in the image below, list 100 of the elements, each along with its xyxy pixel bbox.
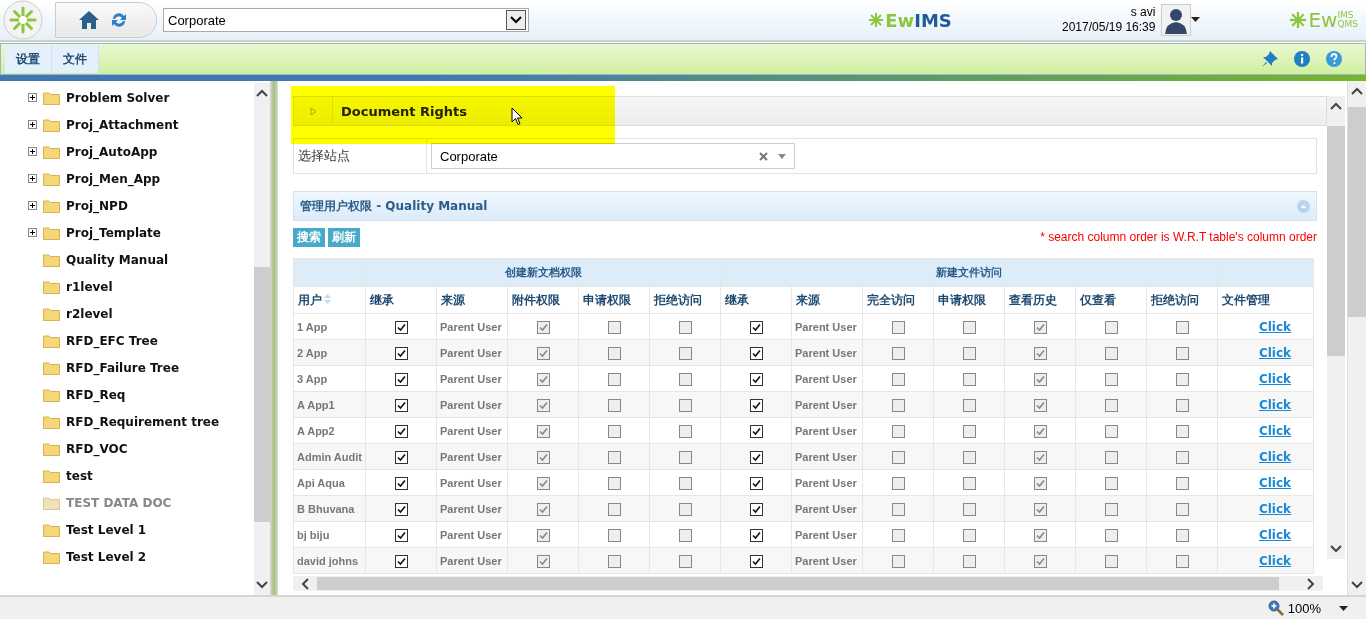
tree-item[interactable]: r2level [66, 306, 113, 321]
checkbox[interactable] [749, 372, 763, 386]
pin-icon[interactable] [1261, 50, 1279, 68]
close-icon[interactable] [759, 151, 768, 161]
table-cell: Parent User [436, 339, 508, 366]
chevron-up-icon[interactable] [1351, 87, 1363, 95]
chevron-down-icon [510, 16, 522, 24]
tree-item[interactable]: RFD_Requirement tree [66, 414, 220, 429]
tree-item[interactable]: Proj_AutoApp [66, 144, 158, 159]
column-group-header: 创建新文档权限 [365, 258, 721, 287]
menu-tab[interactable]: 文件 [52, 45, 99, 73]
expand-plus-icon[interactable] [28, 93, 37, 102]
checkbox[interactable] [749, 476, 763, 490]
checkbox[interactable] [394, 450, 408, 464]
caret-icon[interactable] [1339, 605, 1348, 611]
tree-item[interactable]: Proj_Men_App [66, 171, 161, 186]
checkbox[interactable] [394, 528, 408, 542]
scrollbar[interactable] [1327, 96, 1345, 559]
checkbox[interactable] [394, 554, 408, 568]
info-icon[interactable] [1293, 50, 1311, 68]
expand-plus-icon[interactable] [28, 228, 37, 237]
column-header[interactable]: 继承 [365, 286, 437, 314]
tree-item[interactable]: Problem Solver [66, 90, 170, 105]
home-icon[interactable] [78, 10, 100, 30]
chevron-down-icon[interactable] [1330, 545, 1342, 553]
table-cell: A App2 [293, 417, 366, 444]
checkbox[interactable] [394, 476, 408, 490]
checkbox[interactable] [394, 372, 408, 386]
tree-item[interactable]: Quality Manual [66, 252, 169, 267]
tree-item[interactable]: Proj_Attachment [66, 117, 179, 132]
tree-item[interactable]: test [66, 468, 93, 483]
checkbox[interactable] [394, 502, 408, 516]
panel-title: Document Rights [340, 103, 469, 119]
section-title: 管理用户权限 - Quality Manual [300, 197, 488, 215]
zoom-icon[interactable] [1267, 600, 1284, 616]
tree-item[interactable]: r1level [66, 279, 113, 294]
expand-plus-icon[interactable] [28, 174, 37, 183]
checkbox[interactable] [394, 320, 408, 334]
chevron-left-icon[interactable] [301, 577, 309, 590]
checkbox[interactable] [749, 502, 763, 516]
checkbox[interactable] [394, 346, 408, 360]
checkbox[interactable] [749, 398, 763, 412]
tree-item[interactable]: Proj_Template [66, 225, 161, 240]
checkbox[interactable] [394, 424, 408, 438]
table-cell: Parent User [791, 391, 863, 418]
zoom-level[interactable]: 100% [1287, 600, 1321, 616]
expand-plus-icon[interactable] [28, 147, 37, 156]
chevron-down-icon[interactable] [256, 581, 268, 589]
table-cell: Parent User [791, 339, 863, 366]
tree-item[interactable]: Test Level 2 [66, 549, 147, 564]
tree-item[interactable]: Test Level 1 [66, 522, 147, 537]
click-link[interactable]: Click [1258, 319, 1292, 334]
chevron-up-icon[interactable] [1330, 102, 1342, 110]
checkbox[interactable] [749, 346, 763, 360]
table-cell: Parent User [436, 469, 508, 496]
scrollbar[interactable] [1347, 81, 1366, 595]
starburst-logo-icon[interactable] [3, 0, 43, 40]
checkbox[interactable] [749, 320, 763, 334]
table-cell: Parent User [791, 521, 863, 548]
site-select[interactable]: Corporate [163, 8, 529, 32]
help-icon[interactable] [1325, 50, 1343, 68]
column-header[interactable]: 文件管理 [1217, 286, 1314, 314]
checkbox[interactable] [749, 450, 763, 464]
date-time: 2017/05/19 16:39 [1062, 20, 1156, 35]
chevron-down-icon[interactable] [1351, 581, 1363, 589]
chevron-up-icon[interactable] [256, 89, 268, 97]
click-link[interactable]: Click [1258, 371, 1292, 386]
column-header[interactable]: 继承 [720, 286, 792, 314]
table-cell: Parent User [791, 547, 863, 574]
tree-item[interactable]: RFD_Failure Tree [66, 360, 180, 375]
table-cell: Parent User [436, 313, 508, 340]
tree-item[interactable]: RFD_EFC Tree [66, 333, 158, 348]
click-link[interactable]: Click [1258, 527, 1292, 542]
checkbox[interactable] [749, 554, 763, 568]
scrollbar[interactable] [293, 576, 1323, 591]
table-cell: Parent User [436, 365, 508, 392]
checkbox[interactable] [749, 424, 763, 438]
tree-item[interactable]: RFD_VOC [66, 441, 128, 456]
tree-item[interactable]: RFD_Req [66, 387, 126, 402]
column-group-header: 新建文件访问 [720, 258, 1218, 287]
checkbox[interactable] [394, 398, 408, 412]
caret-icon[interactable] [1191, 17, 1201, 23]
scrollbar[interactable] [254, 83, 270, 595]
column-header[interactable]: 来源 [791, 286, 863, 314]
expand-plus-icon[interactable] [28, 120, 37, 129]
chevron-right-icon[interactable] [1307, 577, 1315, 590]
table-cell: A App1 [293, 391, 366, 418]
column-header[interactable]: 用户 [293, 286, 366, 314]
click-link[interactable]: Click [1258, 475, 1292, 490]
click-link[interactable]: Click [1258, 423, 1292, 438]
avatar-silhouette-icon[interactable] [1161, 4, 1192, 36]
tree-item[interactable]: Proj_NPD [66, 198, 128, 213]
tree-item[interactable]: TEST DATA DOC [66, 495, 172, 510]
table-cell: 2 App [293, 339, 366, 366]
menu-tab[interactable]: 设置 [5, 45, 52, 73]
checkbox[interactable] [749, 528, 763, 542]
expand-plus-icon[interactable] [28, 201, 37, 210]
table-cell: Parent User [791, 469, 863, 496]
column-header[interactable]: 来源 [436, 286, 508, 314]
refresh-icon[interactable] [110, 11, 128, 29]
